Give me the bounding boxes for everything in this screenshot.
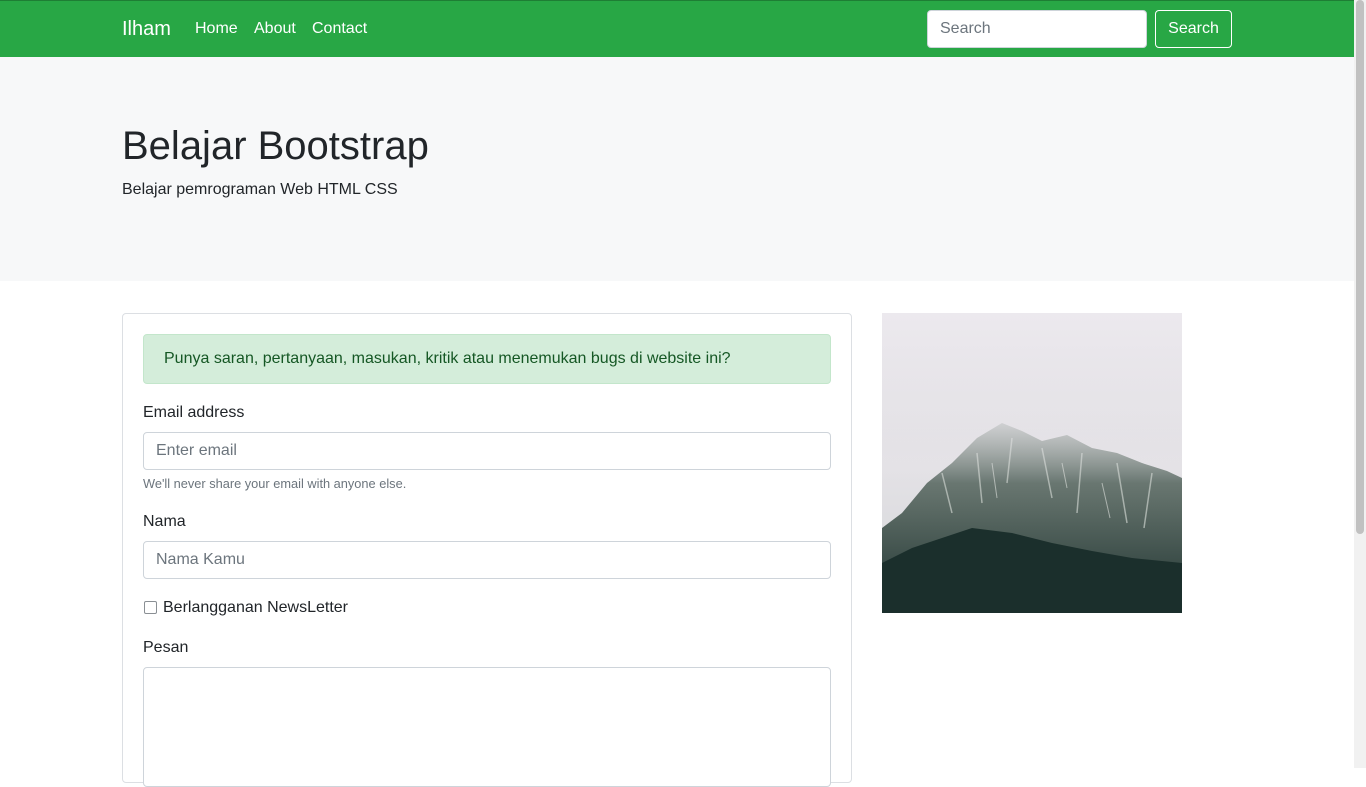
info-alert: Punya saran, pertanyaan, masukan, kritik… [143, 334, 831, 384]
page-scrollbar[interactable] [1354, 0, 1366, 768]
foggy-mountain-photo [882, 313, 1182, 613]
contact-form-card: Punya saran, pertanyaan, masukan, kritik… [122, 313, 852, 787]
message-textarea[interactable] [143, 667, 831, 787]
name-field[interactable] [143, 541, 831, 579]
mountain-image [882, 313, 1182, 613]
nav-link-about[interactable]: About [254, 19, 296, 39]
message-label: Pesan [143, 639, 189, 656]
email-label: Email address [143, 404, 245, 421]
search-button[interactable]: Search [1155, 10, 1232, 48]
jumbotron: Belajar Bootstrap Belajar pemrograman We… [0, 57, 1354, 281]
nav-link-contact[interactable]: Contact [312, 19, 367, 39]
email-field[interactable] [143, 432, 831, 470]
page-subtitle: Belajar pemrograman Web HTML CSS [122, 181, 398, 198]
newsletter-checkbox[interactable] [144, 601, 157, 614]
email-help-text: We'll never share your email with anyone… [143, 476, 407, 491]
search-input[interactable] [927, 10, 1147, 48]
navbar: Ilham Home About Contact Search [0, 1, 1354, 57]
nav-link-home[interactable]: Home [195, 19, 238, 39]
scrollbar-thumb[interactable] [1356, 0, 1364, 534]
name-label: Nama [143, 513, 186, 530]
page-title: Belajar Bootstrap [122, 124, 429, 168]
navbar-brand[interactable]: Ilham [122, 17, 171, 41]
newsletter-label[interactable]: Berlangganan NewsLetter [163, 598, 348, 618]
